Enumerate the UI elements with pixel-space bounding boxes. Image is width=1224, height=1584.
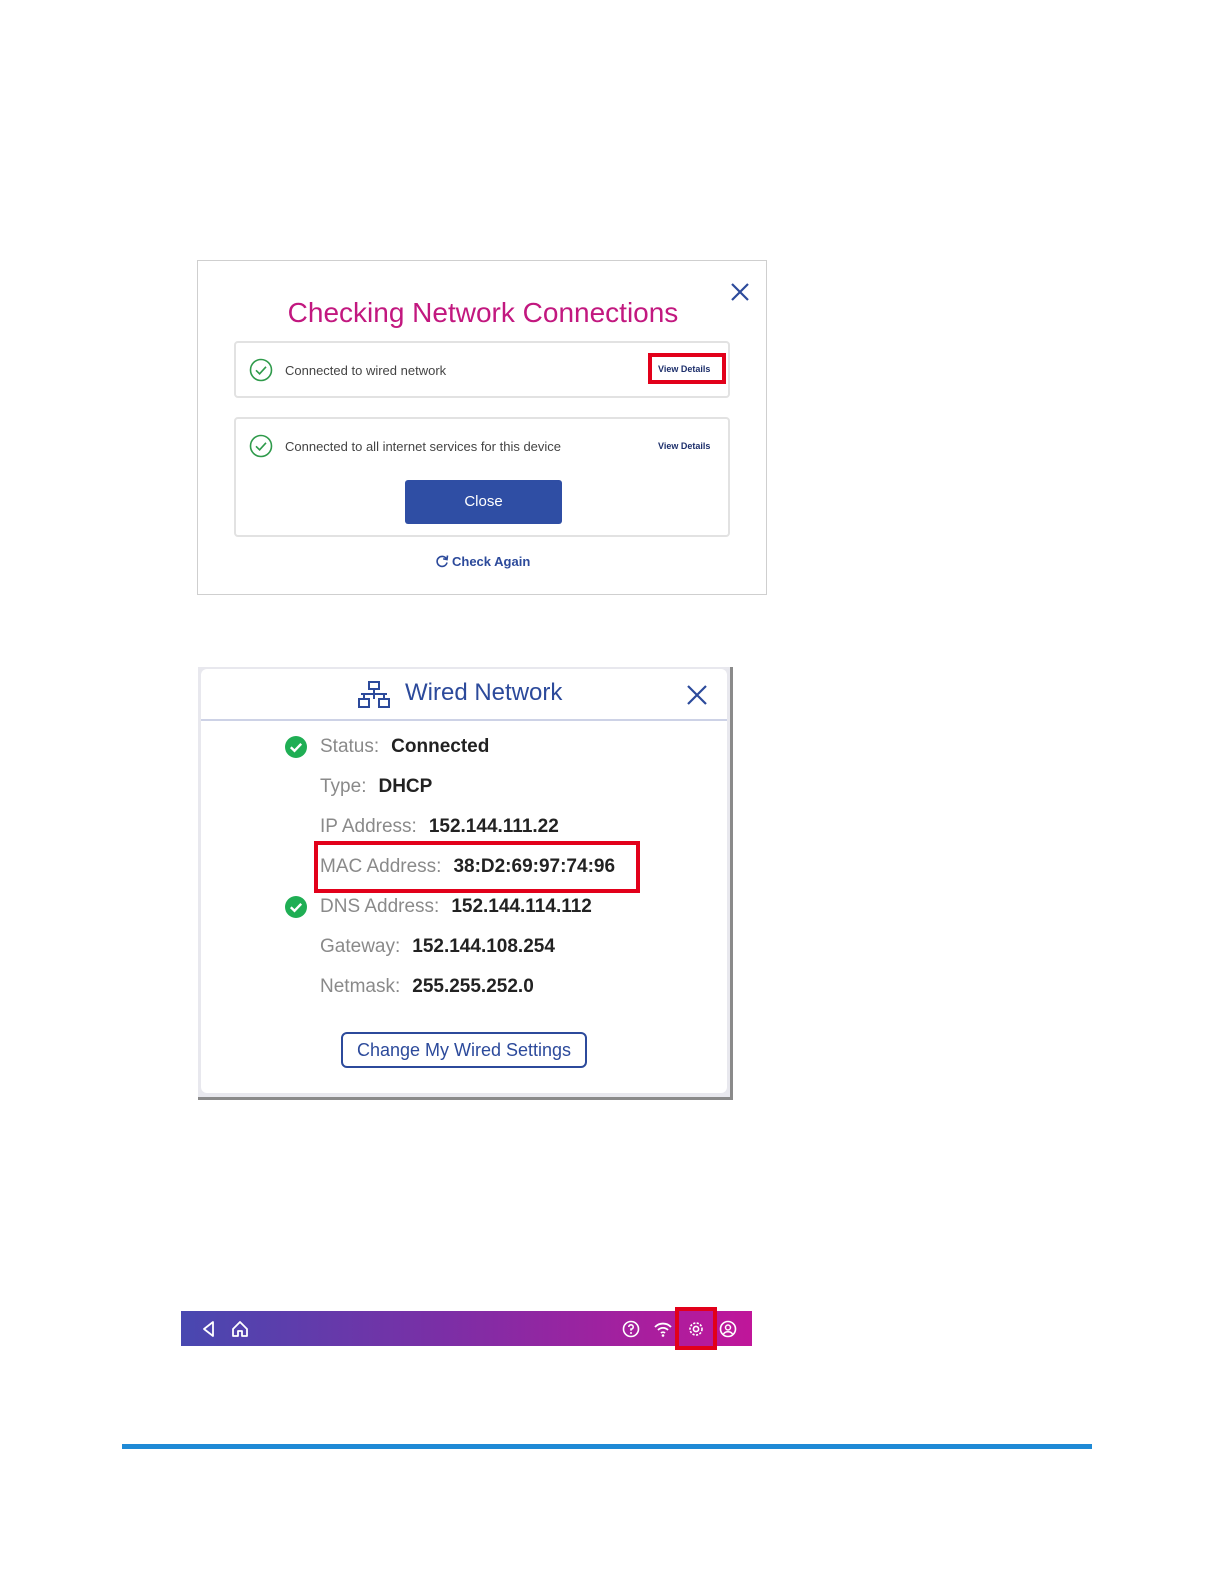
type-row: Type: DHCP [320, 776, 432, 798]
netmask-row: Netmask: 255.255.252.0 [320, 976, 534, 998]
check-again-label: Check Again [452, 554, 531, 569]
check-circle-icon [285, 896, 307, 918]
row-label: Type: [320, 776, 367, 797]
dialog-header: Wired Network [201, 669, 727, 721]
row-value: 255.255.252.0 [412, 976, 534, 997]
check-again-link[interactable]: Check Again [435, 554, 530, 569]
network-icon [358, 681, 390, 708]
dialog-title: Checking Network Connections [287, 297, 679, 328]
highlight-box [314, 841, 640, 893]
check-circle-icon [249, 434, 273, 458]
help-icon[interactable] [621, 1319, 641, 1339]
wired-status-text: Connected to wired network [285, 363, 447, 378]
gateway-row: Gateway: 152.144.108.254 [320, 936, 555, 958]
change-wired-settings-button[interactable]: Change My Wired Settings [341, 1032, 587, 1068]
close-button[interactable]: Close [405, 480, 562, 524]
account-icon[interactable] [718, 1319, 738, 1339]
wired-network-dialog-frame: Wired Network Status: Connected Type: DHCP… [198, 667, 733, 1100]
row-label: Gateway: [320, 936, 401, 957]
highlight-box [648, 353, 726, 384]
row-value: 152.144.108.254 [412, 936, 555, 957]
view-details-internet-link[interactable]: View Details [658, 441, 710, 451]
footer-divider [122, 1444, 1092, 1449]
row-label: IP Address: [320, 816, 417, 837]
highlight-box [675, 1307, 717, 1350]
navigation-bar [181, 1307, 752, 1350]
row-value: 152.144.114.112 [451, 896, 592, 917]
back-icon[interactable] [199, 1319, 219, 1339]
check-circle-icon [249, 358, 273, 382]
check-circle-icon [285, 736, 307, 758]
internet-status-text: Connected to all internet services for t… [285, 439, 562, 454]
close-icon[interactable] [685, 683, 709, 707]
wired-network-card: Connected to wired network View Details [234, 341, 730, 398]
wired-network-dialog: Wired Network Status: Connected Type: DHCP… [201, 669, 727, 1093]
home-icon[interactable] [230, 1319, 250, 1339]
ip-address-row: IP Address: 152.144.111.22 [320, 816, 559, 838]
row-label: DNS Address: [320, 896, 440, 917]
row-value: DHCP [378, 776, 433, 797]
internet-services-card: Connected to all internet services for t… [234, 417, 730, 537]
dialog-title: Wired Network [405, 679, 563, 706]
dns-address-row: DNS Address: 152.144.114.112 [320, 896, 592, 918]
row-value: 152.144.111.22 [428, 816, 559, 837]
row-label: Netmask: [320, 976, 401, 997]
row-label: Status: [320, 736, 380, 757]
checking-network-dialog: Checking Network Connections Connected t… [197, 260, 767, 595]
wifi-icon[interactable] [653, 1319, 673, 1339]
refresh-icon [436, 555, 449, 568]
row-value: Connected [391, 736, 490, 757]
status-row: Status: Connected [320, 736, 489, 758]
